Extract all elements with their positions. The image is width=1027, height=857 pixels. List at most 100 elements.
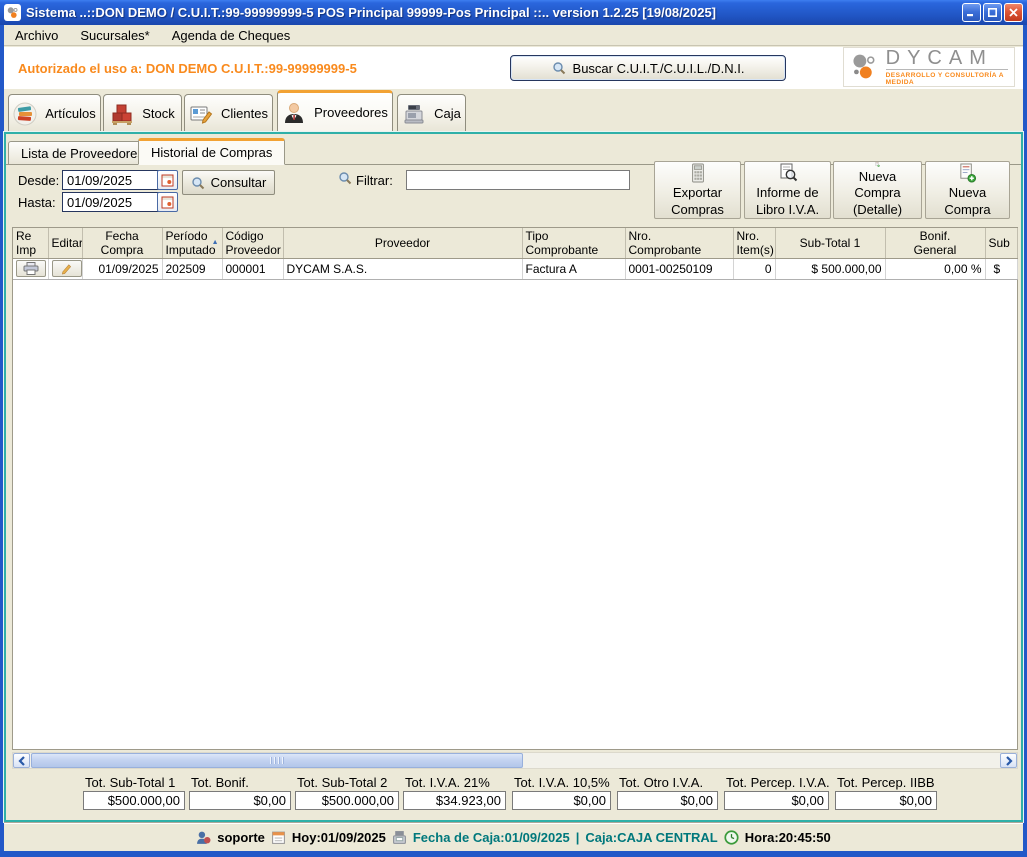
main-tab-bar: Artículos Stock (4, 89, 1023, 132)
boxes-icon (110, 102, 134, 126)
buscar-button-label: Buscar C.U.I.T./C.U.I.L./D.N.I. (573, 61, 745, 76)
status-cash-date: Fecha de Caja:01/09/2025 (413, 830, 570, 845)
col-nro-items[interactable]: Nro. Item(s) (733, 228, 775, 258)
total-label: Tot. Otro I.V.A. (619, 775, 703, 790)
hasta-input[interactable] (62, 192, 162, 212)
logo-tagline: DESARROLLO Y CONSULTORÍA A MEDIDA (886, 72, 1008, 86)
tab-articulos[interactable]: Artículos (8, 94, 101, 132)
dycam-mini-logo-icon (6, 6, 19, 19)
menu-archivo[interactable]: Archivo (4, 26, 69, 45)
content-panel: Lista de Proveedores Historial de Compra… (4, 132, 1023, 822)
action-label-line2: Compras (671, 202, 724, 218)
calendar-picker-icon (161, 174, 174, 187)
consultar-label: Consultar (211, 175, 267, 190)
col-proveedor[interactable]: Proveedor (283, 228, 522, 258)
maximize-button[interactable] (983, 3, 1002, 22)
action-label-line1: Nueva (949, 185, 987, 201)
logo-name: DYCAM (886, 48, 1008, 70)
action-label-line1: Informe de (756, 185, 818, 201)
desde-label: Desde: (18, 173, 59, 188)
status-register: Caja:CAJA CENTRAL (585, 830, 717, 845)
action-label-line2: (Detalle) (853, 202, 902, 218)
tab-clientes[interactable]: Clientes (184, 94, 273, 132)
books-icon (13, 102, 37, 126)
nueva-compra-button[interactable]: Nueva Compra (925, 161, 1010, 219)
cell-proveedor: DYCAM S.A.S. (283, 258, 522, 279)
action-label-line2: Compra (944, 202, 990, 218)
total-bonif-value: $0,00 (189, 791, 291, 810)
dycam-logo: DYCAM DESARROLLO Y CONSULTORÍA A MEDIDA (843, 47, 1015, 87)
filtrar-input[interactable] (406, 170, 630, 190)
report-magnifier-icon (778, 163, 798, 183)
cell-tipo-comprobante: Factura A (522, 258, 625, 279)
col-reimp[interactable]: Re Imp (13, 228, 48, 258)
cash-date-icon (392, 830, 407, 845)
reprint-button[interactable] (16, 260, 46, 277)
total-label: Tot. Bonif. (191, 775, 249, 790)
total-label: Tot. Sub-Total 2 (297, 775, 387, 790)
grid-header-row: Re Imp Editar Fecha Compra (13, 228, 1017, 258)
informe-libro-iva-button[interactable]: Informe de Libro I.V.A. (744, 161, 831, 219)
cell-nro-comprobante: 0001-00250109 (625, 258, 733, 279)
col-subtotal-1[interactable]: Sub-Total 1 (775, 228, 885, 258)
calendar-icon (271, 830, 286, 845)
title-bar[interactable]: Sistema ..::DON DEMO / C.U.I.T.:99-99999… (0, 0, 1027, 25)
total-subtotal2-value: $500.000,00 (295, 791, 399, 810)
col-tipo-comprobante[interactable]: Tipo Comprobante (522, 228, 625, 258)
total-label: Tot. Percep. I.V.A. (726, 775, 830, 790)
edit-pencil-icon (60, 262, 73, 275)
cell-codigo-proveedor: 000001 (222, 258, 283, 279)
table-row[interactable]: 01/09/2025 202509 000001 DYCAM S.A.S. Fa… (13, 258, 1017, 279)
action-label-line1: Nueva Compra (834, 169, 921, 201)
subtab-historial-compras[interactable]: Historial de Compras (138, 138, 285, 165)
cell-bonif-general: 0,00 % (885, 258, 985, 279)
user-icon (196, 830, 211, 845)
app-icon (4, 4, 21, 21)
tab-label: Proveedores (314, 105, 388, 120)
scrollbar-thumb[interactable] (31, 753, 523, 768)
desde-input[interactable] (62, 170, 162, 190)
consultar-button[interactable]: Consultar (182, 170, 275, 195)
search-icon (552, 61, 566, 75)
horizontal-scrollbar[interactable] (12, 752, 1018, 769)
hasta-calendar-button[interactable] (157, 192, 178, 212)
col-codigo-proveedor[interactable]: Código Proveedor (222, 228, 283, 258)
tab-stock[interactable]: Stock (103, 94, 182, 132)
close-button[interactable] (1004, 3, 1023, 22)
nueva-compra-detalle-button[interactable]: Nueva Compra (Detalle) (833, 161, 922, 219)
menu-sucursales[interactable]: Sucursales* (69, 26, 160, 45)
dycam-logo-icon (850, 50, 880, 84)
edit-button[interactable] (52, 260, 82, 277)
tab-proveedores[interactable]: Proveedores (277, 90, 393, 132)
scroll-right-button[interactable] (1000, 753, 1017, 768)
col-subtotal-2-partial[interactable]: Sub (985, 228, 1017, 258)
col-periodo-imputado[interactable]: Período Imputado ▲ (162, 228, 222, 258)
buscar-cuit-button[interactable]: Buscar C.U.I.T./C.U.I.L./D.N.I. (510, 55, 786, 81)
printer-icon (23, 262, 39, 275)
tab-caja[interactable]: Caja (397, 94, 466, 132)
menu-agenda-cheques[interactable]: Agenda de Cheques (161, 26, 302, 45)
tab-label: Caja (434, 106, 461, 121)
desde-calendar-button[interactable] (157, 170, 178, 190)
app-window: Sistema ..::DON DEMO / C.U.I.T.:99-99999… (0, 0, 1027, 857)
scroll-left-button[interactable] (13, 753, 30, 768)
cell-periodo-imputado: 202509 (162, 258, 222, 279)
col-fecha-compra[interactable]: Fecha Compra (82, 228, 162, 258)
cell-nro-items: 0 (733, 258, 775, 279)
tab-label: Clientes (221, 106, 268, 121)
col-bonif-general[interactable]: Bonif. General (885, 228, 985, 258)
total-percep-iva-value: $0,00 (724, 791, 829, 810)
col-editar[interactable]: Editar (48, 228, 82, 258)
clock-icon (724, 830, 739, 845)
close-icon (1009, 8, 1018, 17)
exportar-compras-button[interactable]: Exportar Compras (654, 161, 741, 219)
chevron-left-icon (18, 756, 26, 766)
app-body: Archivo Sucursales* Agenda de Cheques Au… (4, 25, 1023, 851)
action-label-line2: Libro I.V.A. (756, 202, 819, 218)
minimize-button[interactable] (962, 3, 981, 22)
authorized-text: Autorizado el uso a: DON DEMO C.U.I.T.:9… (18, 61, 357, 76)
col-nro-comprobante[interactable]: Nro. Comprobante (625, 228, 733, 258)
calendar-picker-icon (161, 196, 174, 209)
cell-editar (48, 258, 82, 279)
subtab-lista-proveedores[interactable]: Lista de Proveedores (8, 141, 157, 165)
